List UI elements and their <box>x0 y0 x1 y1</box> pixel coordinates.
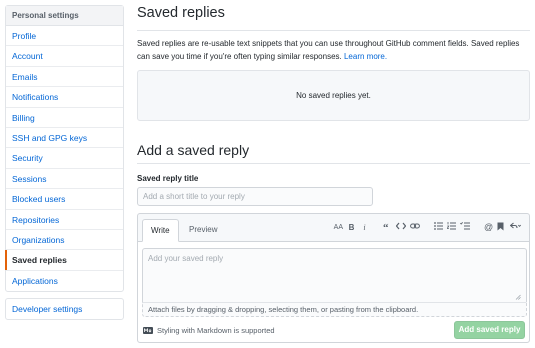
italic-icon[interactable]: i <box>360 222 369 234</box>
code-icon[interactable] <box>396 222 406 234</box>
header-text-icon[interactable]: AA <box>334 222 343 234</box>
sidebar-header: Personal settings <box>6 6 123 26</box>
svg-text:@: @ <box>484 222 493 231</box>
markdown-hint: Styling with Markdown is supported <box>143 326 275 335</box>
editor-tabs: Write Preview <box>142 219 226 242</box>
numbered-list-icon[interactable] <box>447 222 456 234</box>
sidebar-item-security[interactable]: Security <box>6 148 123 169</box>
markdown-toolbar: AA B i “ @ <box>330 221 521 235</box>
sidebar-item-profile[interactable]: Profile <box>6 26 123 47</box>
quote-icon[interactable]: “ <box>383 222 392 234</box>
description-text: Saved replies are re-usable text snippet… <box>137 39 520 61</box>
bulleted-list-icon[interactable] <box>434 222 443 234</box>
sidebar-item-organizations[interactable]: Organizations <box>6 230 123 251</box>
settings-sidebar: Personal settings Profile Account Emails… <box>5 5 124 293</box>
sidebar-item-sessions[interactable]: Sessions <box>6 169 123 190</box>
reply-dropdown-icon[interactable] <box>510 222 521 234</box>
link-icon[interactable] <box>410 222 420 234</box>
add-saved-reply-button[interactable]: Add saved reply <box>454 321 525 339</box>
sidebar-item-emails[interactable]: Emails <box>6 67 123 88</box>
bookmark-icon[interactable] <box>497 222 506 234</box>
developer-sidebar: Developer settings <box>5 298 124 320</box>
sidebar-item-notifications[interactable]: Notifications <box>6 87 123 108</box>
sidebar-item-developer-settings[interactable]: Developer settings <box>6 299 123 319</box>
task-list-icon[interactable] <box>460 222 470 234</box>
resize-grip-icon[interactable] <box>515 294 521 300</box>
sidebar-item-saved-replies[interactable]: Saved replies <box>5 250 123 271</box>
page-title: Saved replies <box>137 5 530 31</box>
sidebar-item-account[interactable]: Account <box>6 46 123 67</box>
tab-preview[interactable]: Preview <box>181 219 225 242</box>
add-reply-heading: Add a saved reply <box>137 142 530 164</box>
sidebar-item-repositories[interactable]: Repositories <box>6 210 123 230</box>
reply-body-textarea[interactable] <box>142 248 527 302</box>
attach-files-bar[interactable]: Attach files by dragging & dropping, sel… <box>142 302 527 317</box>
learn-more-link[interactable]: Learn more. <box>344 52 387 61</box>
page-description: Saved replies are re-usable text snippet… <box>137 37 530 63</box>
bold-icon[interactable]: B <box>347 222 356 234</box>
markdown-hint-text[interactable]: Styling with Markdown is supported <box>157 326 275 335</box>
tab-write[interactable]: Write <box>142 219 179 242</box>
mention-icon[interactable]: @ <box>484 222 493 234</box>
markdown-icon <box>143 327 153 334</box>
sidebar-item-billing[interactable]: Billing <box>6 108 123 128</box>
sidebar-item-blocked-users[interactable]: Blocked users <box>6 189 123 210</box>
svg-text:“: “ <box>383 222 389 232</box>
sidebar-item-applications[interactable]: Applications <box>6 271 123 291</box>
reply-title-input[interactable] <box>137 187 373 206</box>
title-field-label: Saved reply title <box>137 174 199 183</box>
comment-editor: Write Preview AA B i “ @ Add your saved … <box>137 213 530 343</box>
sidebar-item-ssh-gpg-keys[interactable]: SSH and GPG keys <box>6 128 123 149</box>
empty-state: No saved replies yet. <box>137 70 530 121</box>
